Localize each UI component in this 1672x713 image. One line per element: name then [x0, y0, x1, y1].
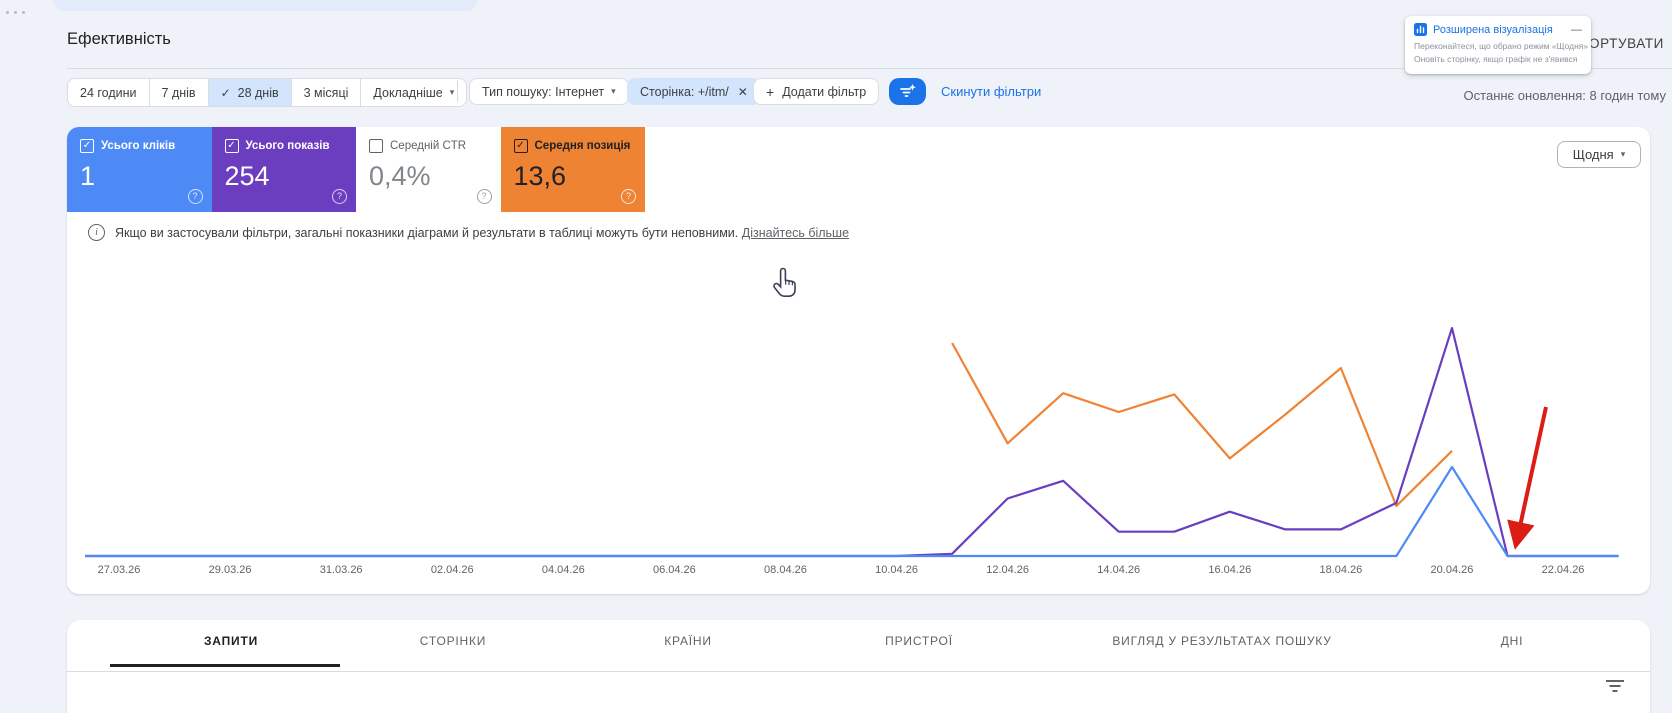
checkbox-icon[interactable]: ✓	[224, 139, 239, 153]
search-type-chip[interactable]: Тип пошуку: Інтернет ▾	[469, 78, 629, 105]
metric-cards: ✓ Усього кліків 1 ? ✓ Усього показів 254 ?…	[67, 127, 645, 212]
help-icon[interactable]: ?	[476, 189, 492, 204]
metric-card-average-ctr[interactable]: Середній CTR 0,4% ?	[356, 127, 501, 212]
info-icon: i	[88, 224, 105, 241]
ai-filter-button[interactable]	[889, 78, 926, 105]
range-7d[interactable]: 7 днів	[150, 79, 209, 106]
analytics-icon	[1414, 23, 1427, 36]
help-icon[interactable]: ?	[187, 189, 203, 204]
metric-value: 254	[224, 161, 270, 191]
range-more[interactable]: Докладніше ▾	[361, 79, 466, 106]
page-filter-chip[interactable]: Сторінка: +/itm/✕	[627, 78, 761, 105]
tooltip-title[interactable]: Розширена візуалізація	[1433, 24, 1567, 36]
date-range-group: 24 години 7 днів ✓ 28 днів 3 місяці Докла…	[67, 78, 468, 107]
checkbox-icon[interactable]	[369, 139, 383, 153]
chevron-down-icon: ▾	[611, 86, 616, 96]
range-24h[interactable]: 24 години	[68, 79, 150, 106]
tab-pages[interactable]: СТОРІНКИ	[420, 634, 486, 648]
tab-dates[interactable]: ДНІ	[1501, 634, 1524, 648]
help-icon[interactable]: ?	[621, 189, 636, 204]
table-filter-icon[interactable]	[1605, 680, 1625, 694]
tooltip-line-1: Переконайтеся, що обрано режим «Щодня»	[1414, 41, 1589, 51]
search-bar-fragment[interactable]	[53, 0, 477, 11]
chevron-down-icon: ▾	[1620, 149, 1626, 159]
reset-filters-link[interactable]: Скинути фільтри	[941, 84, 1041, 99]
chevron-down-icon: ▾	[449, 87, 455, 97]
range-28d[interactable]: ✓ 28 днів	[208, 79, 292, 106]
metric-value: 1	[80, 161, 96, 191]
search-console-performance-page: Ефективність СПОРТУВАТИ 24 години 7 днів…	[0, 0, 1672, 713]
page-title: Ефективність	[67, 30, 171, 48]
close-icon[interactable]: ✕	[738, 85, 748, 99]
granularity-dropdown[interactable]: Щодня ▾	[1557, 141, 1641, 168]
minimize-icon[interactable]: —	[1571, 24, 1582, 36]
checkbox-icon[interactable]: ✓	[513, 139, 528, 153]
tab-search-appearance[interactable]: ВИГЛЯД У РЕЗУЛЬТАТАХ ПОШУКУ	[1112, 634, 1331, 648]
last-update-text: Останнє оновлення: 8 годин тому	[1463, 88, 1666, 103]
filter-sparkle-icon	[900, 84, 916, 97]
dimensions-tabs-card: ЗАПИТИ СТОРІНКИ КРАЇНИ ПРИСТРОЇ ВИГЛЯД У…	[67, 620, 1650, 713]
plus-icon: +	[766, 83, 775, 100]
advanced-visualization-tooltip: Розширена візуалізація — Переконайтеся, …	[1405, 16, 1591, 75]
tab-devices[interactable]: ПРИСТРОЇ	[885, 634, 953, 648]
filter-separator	[457, 80, 458, 102]
active-tab-underline	[110, 664, 340, 667]
help-icon[interactable]: ?	[332, 189, 347, 204]
tab-queries[interactable]: ЗАПИТИ	[204, 634, 258, 648]
tooltip-line-2: Оновіть сторінку, якщо графік не з'явивс…	[1414, 54, 1578, 65]
tab-countries[interactable]: КРАЇНИ	[664, 634, 712, 648]
metric-card-total-impressions[interactable]: ✓ Усього показів 254 ?	[211, 127, 356, 212]
range-3m[interactable]: 3 місяці	[292, 79, 362, 106]
filters-notice: i Якщо ви застосували фільтри, загальні …	[88, 224, 849, 241]
tabs-divider	[67, 671, 1650, 672]
metric-value: 0,4%	[369, 161, 431, 191]
mouse-cursor-icon	[773, 267, 796, 297]
learn-more-link[interactable]: Дізнайтесь більше	[742, 226, 849, 240]
add-filter-chip[interactable]: + Додати фільтр	[753, 78, 880, 105]
check-icon: ✓	[220, 85, 231, 100]
metric-value: 13,6	[513, 161, 567, 191]
window-dots	[6, 1, 34, 14]
metric-card-total-clicks[interactable]: ✓ Усього кліків 1 ?	[67, 127, 212, 212]
metric-card-average-position[interactable]: ✓ Середня позиція 13,6 ?	[500, 127, 645, 212]
checkbox-icon[interactable]: ✓	[80, 139, 94, 153]
